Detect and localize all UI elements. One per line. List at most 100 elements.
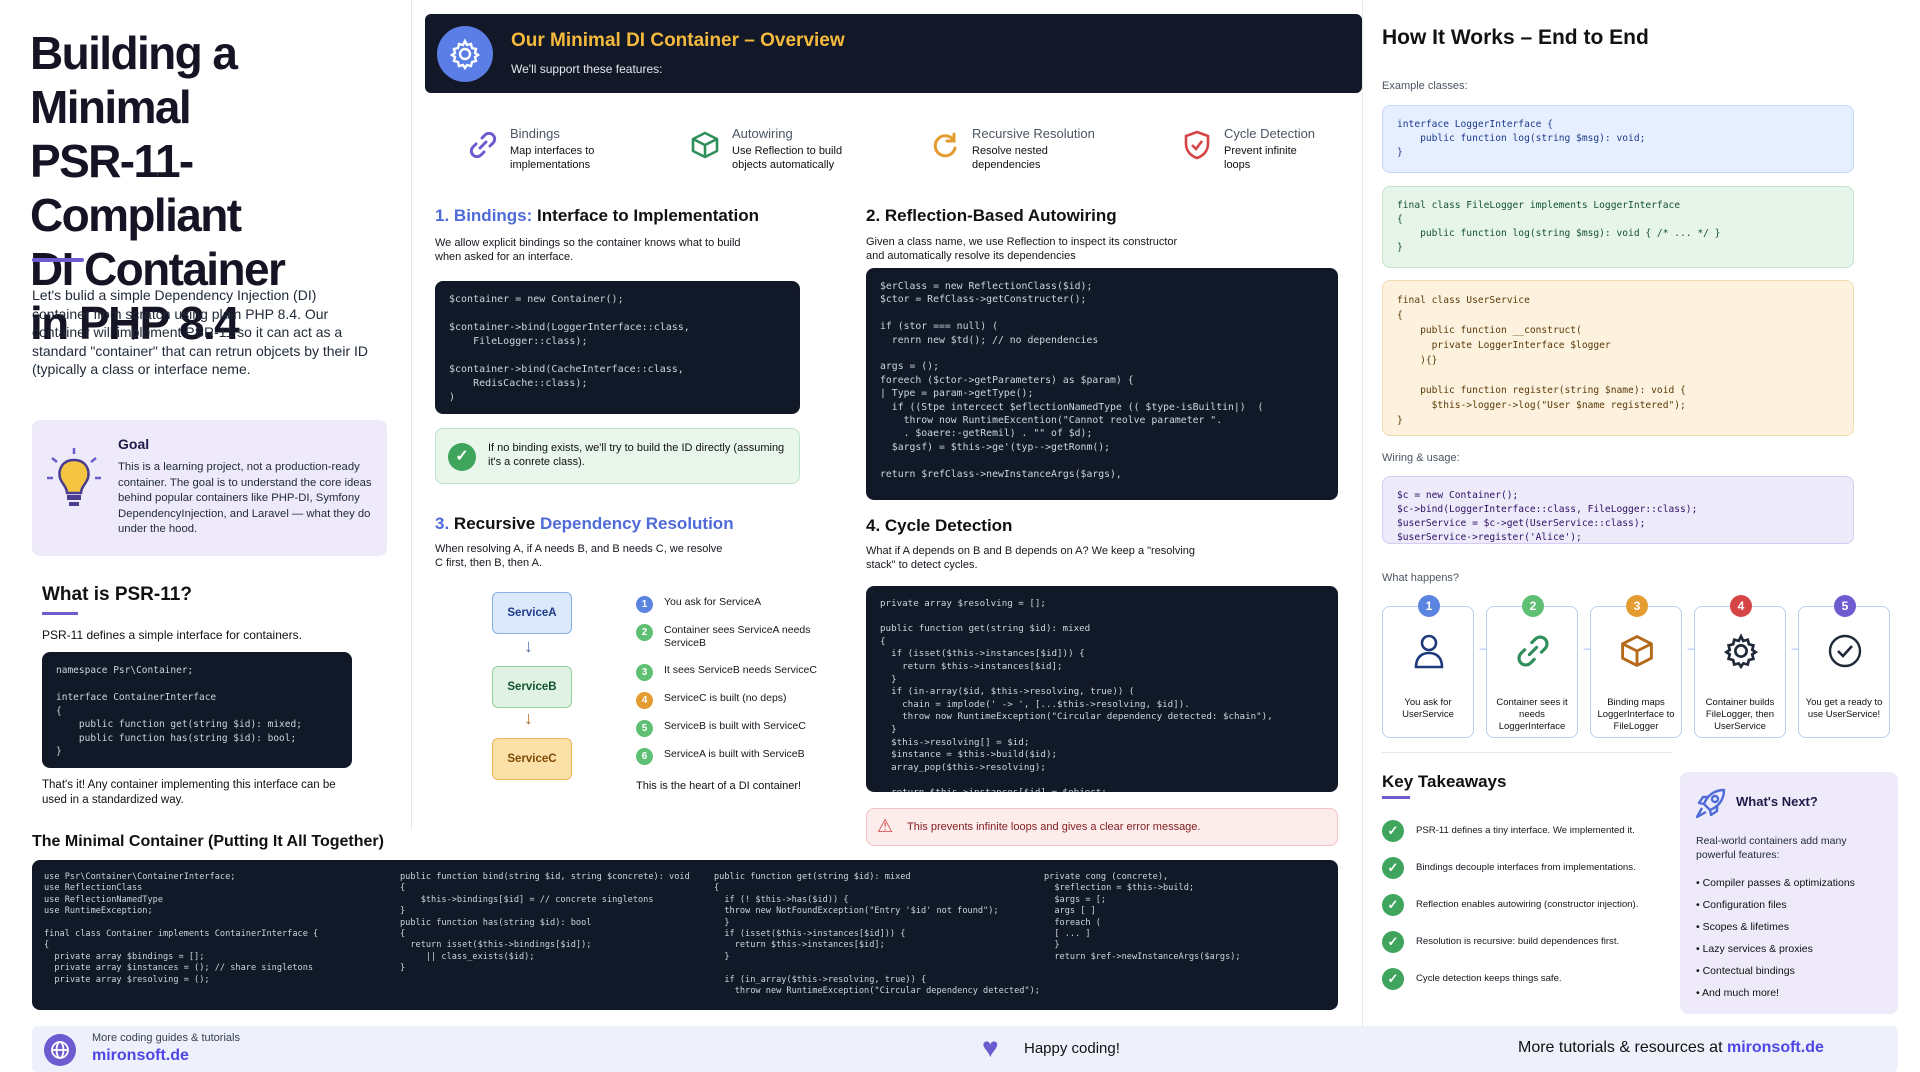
feature-name: Autowiring [732, 126, 793, 141]
next-title: What's Next? [1736, 794, 1818, 809]
step-num: 4 [636, 692, 653, 709]
footer-right: More tutorials & resources at mironsoft.… [1518, 1039, 1824, 1057]
step: 3 It sees ServiceB needs ServiceC [636, 662, 817, 681]
minimal-code-col-1: use Psr\Container\ContainerInterface; us… [44, 872, 319, 985]
s1-title: 1. Bindings: Interface to Implementation [435, 206, 759, 226]
s3-num: 3. [435, 514, 450, 533]
cube-icon [691, 131, 719, 159]
overview-banner: Our Minimal DI Container – Overview We'l… [425, 14, 1362, 93]
psr-code: namespace Psr\Container; interface Conta… [42, 652, 352, 768]
s2-title: 2. Reflection-Based Autowiring [866, 206, 1117, 225]
node-service-a: ServiceA [492, 592, 572, 634]
check-icon: ✓ [448, 443, 476, 471]
footer-left-small: More coding guides & tutorials [92, 1032, 240, 1044]
s1-num: 1. [435, 206, 450, 225]
wiring-label: Wiring & usage: [1382, 452, 1460, 464]
s3-hl: Dependency Resolution [539, 514, 734, 533]
s3-title: 3. Recursive Dependency Resolution [435, 514, 734, 534]
flow-divider [1382, 752, 1672, 753]
right-code-interface: interface LoggerInterface { public funct… [1382, 105, 1854, 173]
next-desc: Real-world containers add many powerful … [1696, 835, 1847, 861]
takeaway-text: Cycle detection keeps things safe. [1416, 973, 1562, 984]
s3-footer: This is the heart of a DI container! [636, 780, 802, 792]
step-num: 5 [636, 720, 653, 737]
title-line-1: Building a Minimal [30, 27, 238, 133]
step: 4 ServiceC is built (no deps) [636, 690, 787, 709]
node-service-c: ServiceC [492, 738, 572, 780]
gear-icon-badge [437, 26, 493, 82]
goal-title: Goal [118, 436, 150, 452]
s4-code: private array $resolving = []; public fu… [866, 586, 1338, 792]
takeaway-text: Bindings decouple interfaces from implem… [1416, 862, 1636, 873]
minimal-code-col-4: private cong (concrete), $reflection = $… [1044, 872, 1241, 962]
flow-step-2: 2 Container sees it needs LoggerInterfac… [1486, 595, 1578, 738]
lightbulb-icon [47, 448, 101, 506]
cube-icon [1621, 635, 1653, 667]
next-item: • Scopes & lifetimes [1696, 921, 1789, 933]
right-title: How It Works – End to End [1382, 26, 1649, 49]
heart-icon: ♥ [982, 1032, 999, 1063]
node-label: ServiceC [507, 753, 557, 765]
step-num: 6 [636, 748, 653, 765]
takeaway-text: PSR-11 defines a tiny interface. We impl… [1416, 825, 1635, 836]
flow-step-5: 5 You get a ready to use UserService! [1798, 595, 1890, 738]
gear-icon [449, 38, 481, 70]
s1-note-text: If no binding exists, we'll try to build… [488, 442, 785, 468]
flow-caption: You get a ready to use UserService! [1805, 697, 1883, 720]
refresh-icon [933, 132, 957, 158]
takeaways-title: Key Takeaways [1382, 772, 1507, 791]
s3-desc: When resolving A, if A needs B, and B ne… [435, 543, 723, 569]
goal-box: Goal This is a learning project, not a p… [32, 420, 387, 556]
check-icon: ✓ [1382, 968, 1404, 990]
overview-subtitle: We'll support these features: [511, 62, 663, 76]
link-icon [1517, 635, 1549, 667]
check-circle-icon [1828, 634, 1862, 668]
s1-desc: We allow explicit bindings so the contai… [435, 237, 741, 263]
step-text: ServiceA is built with ServiceB [664, 748, 805, 760]
psr-underline [42, 612, 78, 615]
step-text: It sees ServiceB needs ServiceC [664, 664, 817, 676]
flow-caption: You ask for UserService [1402, 697, 1454, 720]
check-icon: ✓ [1382, 931, 1404, 953]
flow-step-4: 4 Container builds FileLogger, then User… [1694, 595, 1786, 738]
step: 1 You ask for ServiceA [636, 594, 761, 613]
arrow-down-icon: ↓ [524, 708, 533, 728]
feature-desc: Resolve nested dependencies [972, 145, 1048, 171]
minimal-code-col-2: public function bind(string $id, string … [400, 872, 690, 974]
node-label: ServiceB [507, 681, 557, 693]
s4-warning: ⚠ This prevents infinite loops and gives… [866, 808, 1338, 846]
footer-right-text: More tutorials & resources at [1518, 1039, 1723, 1056]
flow-num: 4 [1730, 595, 1752, 617]
title-underline [32, 258, 84, 262]
psr-text: PSR-11 defines a simple interface for co… [42, 628, 302, 642]
footer-left-link[interactable]: mironsoft.de [92, 1047, 189, 1065]
footer-logo-icon [44, 1034, 76, 1066]
next-item: • Contectual bindings [1696, 965, 1795, 977]
takeaway-item: ✓ Reflection enables autowiring (construc… [1382, 894, 1638, 916]
feature-name: Bindings [510, 126, 560, 141]
right-code-userservice: final class UserService { public functio… [1382, 280, 1854, 436]
s4-warning-text: This prevents infinite loops and gives a… [907, 821, 1201, 833]
psr-footer: That's it! Any container implementing th… [42, 779, 336, 806]
step-num: 3 [636, 664, 653, 681]
goal-text: This is a learning project, not a produc… [118, 461, 372, 535]
flow-num: 1 [1418, 595, 1440, 617]
globe-icon [51, 1041, 69, 1059]
footer-right-link[interactable]: mironsoft.de [1727, 1039, 1824, 1056]
minimal-title: The Minimal Container (Putting It All To… [32, 833, 384, 850]
feature-name: Recursive Resolution [972, 126, 1095, 141]
check-icon: ✓ [1382, 894, 1404, 916]
step: 2 Container sees ServiceA needs ServiceB [636, 622, 811, 649]
whats-next-card: What's Next? Real-world containers add m… [1680, 772, 1898, 1014]
flow-caption: Binding maps LoggerInterface to FileLogg… [1597, 697, 1675, 732]
user-icon [1414, 634, 1444, 669]
step: 5 ServiceB is built with ServiceC [636, 718, 806, 737]
s1-title-text: Interface to Implementation [537, 206, 760, 225]
step-text: You ask for ServiceA [664, 596, 762, 608]
takeaway-text: Resolution is recursive: build dependenc… [1416, 936, 1620, 947]
divider-right [1362, 0, 1363, 1030]
next-list: • Compiler passes & optimizations • Conf… [1696, 872, 1892, 1004]
gear-icon [1723, 633, 1759, 669]
step-text: ServiceC is built (no deps) [664, 692, 787, 704]
footer-center: Happy coding! [1024, 1040, 1120, 1057]
